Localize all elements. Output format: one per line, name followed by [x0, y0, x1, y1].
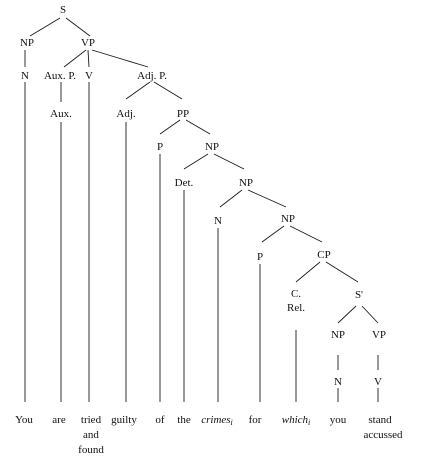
- word-guilty: guilty: [111, 414, 137, 426]
- word-and: and: [83, 429, 99, 441]
- node-p-for: P: [257, 251, 263, 263]
- edge-np-n-crimes: [219, 189, 243, 208]
- node-v-relative: V: [374, 376, 382, 388]
- tree-node-labels: S NP VP N Aux. P. V Adj. P. Aux. Adj. PP…: [20, 4, 386, 388]
- edge-sbar-vp: [361, 305, 379, 324]
- word-for: for: [249, 414, 262, 426]
- edge-pp-p: [159, 119, 181, 135]
- word-found: found: [78, 444, 104, 456]
- word-crimes: crimesi: [201, 414, 233, 427]
- node-vp-main: VP: [81, 37, 95, 49]
- node-n-relative: N: [334, 376, 342, 388]
- edge-vp-v: [87, 49, 90, 68]
- which-index: i: [308, 418, 310, 427]
- node-c-rel-line2: Rel.: [287, 302, 305, 314]
- crimes-index: i: [231, 418, 233, 427]
- node-cp: CP: [317, 249, 330, 261]
- word-are: are: [52, 414, 66, 426]
- node-adj-phrase: Adj. P.: [137, 70, 167, 82]
- word-of: of: [155, 414, 165, 426]
- node-np-object: NP: [205, 141, 219, 153]
- node-n-subject: N: [21, 70, 29, 82]
- word-stand: stand: [368, 414, 392, 426]
- node-p-of: P: [157, 141, 163, 153]
- node-pp: PP: [177, 108, 189, 120]
- edge-vp-adjp: [91, 49, 149, 68]
- edge-s-vp: [65, 17, 91, 37]
- node-verb: V: [85, 70, 93, 82]
- node-det: Det.: [175, 177, 194, 189]
- node-n-crimes: N: [214, 215, 222, 227]
- node-s-bar: S': [355, 289, 363, 301]
- node-c-rel-line1: C.: [291, 288, 301, 300]
- node-vp-relative: VP: [372, 329, 386, 341]
- edge-np-det: [183, 153, 209, 170]
- word-you: You: [15, 414, 33, 426]
- edge-vp-auxp: [63, 49, 87, 68]
- syntax-tree-diagram: S NP VP N Aux. P. V Adj. P. Aux. Adj. PP…: [15, 4, 403, 456]
- node-s: S: [60, 4, 66, 16]
- tree-branches: [24, 17, 379, 402]
- tree-terminal-words: You are tried and found guilty of the cr…: [15, 414, 403, 456]
- node-aux: Aux.: [50, 108, 72, 120]
- node-adj: Adj.: [116, 108, 136, 120]
- word-the: the: [177, 414, 191, 426]
- edge-np-np-rel: [247, 189, 287, 208]
- node-np-rel-subject: NP: [331, 329, 345, 341]
- node-np-inner: NP: [239, 177, 253, 189]
- edge-pp-np: [185, 119, 211, 135]
- word-which: whichi: [282, 414, 311, 427]
- edge-cp-sbar: [325, 261, 359, 283]
- edge-np-p-for: [261, 225, 285, 243]
- word-accussed: accussed: [363, 429, 403, 441]
- node-np-subject: NP: [20, 37, 34, 49]
- edge-adjp-pp: [153, 81, 183, 100]
- edge-adjp-adj: [125, 81, 151, 100]
- word-you-relative: you: [330, 414, 347, 426]
- edge-s-np: [29, 17, 61, 37]
- edge-np-cp: [289, 225, 323, 243]
- node-np-relative: NP: [281, 213, 295, 225]
- edge-np-np: [213, 153, 245, 170]
- word-tried: tried: [81, 414, 102, 426]
- node-aux-phrase: Aux. P.: [44, 70, 76, 82]
- edge-sbar-np: [337, 305, 357, 324]
- edge-cp-crel: [295, 261, 321, 283]
